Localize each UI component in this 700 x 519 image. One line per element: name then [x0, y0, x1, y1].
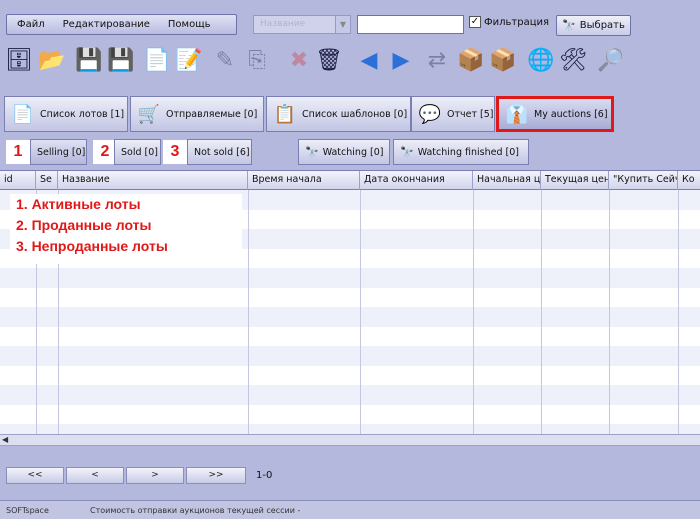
subtab-selling[interactable]: Selling [0]	[30, 139, 87, 165]
binoculars-icon: 🔭	[562, 19, 576, 32]
tab-lots[interactable]: 📄 Список лотов [1]	[4, 96, 128, 132]
subtab-not-sold-label: Not sold [6]	[194, 146, 250, 158]
document-icon[interactable]: 📝	[174, 44, 204, 76]
scroll-left-icon[interactable]: ◀	[2, 435, 14, 445]
marker-1: 1	[6, 140, 30, 164]
document-list-icon: 📄	[11, 103, 35, 125]
chevron-down-icon[interactable]: ▼	[335, 16, 350, 33]
folder-open-icon[interactable]: 📂	[37, 44, 67, 76]
tab-lots-label: Список лотов [1]	[40, 108, 125, 120]
copy-icon[interactable]: ⎘	[242, 44, 272, 76]
arrow-right-icon[interactable]: ▶	[386, 44, 416, 76]
tab-outgoing[interactable]: 🛒 Отправляемые [0]	[130, 96, 264, 132]
subtab-watching-finished-label: Watching finished [0]	[417, 146, 519, 158]
tab-my-auctions[interactable]: 👔 My auctions [6]	[496, 96, 614, 132]
search-key-icon[interactable]: 🔎	[596, 44, 626, 76]
col-se[interactable]: Se	[36, 171, 58, 190]
package-down-icon[interactable]: 📦	[456, 44, 486, 76]
subtab-watching[interactable]: 🔭 Watching [0]	[298, 139, 390, 165]
cart-icon: 🛒	[137, 103, 161, 125]
save-icon[interactable]: 💾	[74, 44, 104, 76]
last-page-button[interactable]: >>	[186, 467, 246, 484]
subtab-watching-label: Watching [0]	[322, 146, 384, 158]
database-icon[interactable]: 🗄	[4, 44, 34, 76]
arrow-left-icon[interactable]: ◀	[354, 44, 384, 76]
status-bar: SOFTspace Стоимость отправки аукционов т…	[0, 500, 700, 519]
report-icon: 💬	[418, 103, 442, 125]
binoculars-icon: 🔭	[305, 145, 319, 159]
choose-button[interactable]: 🔭 Выбрать	[556, 15, 631, 36]
prev-page-button[interactable]: <	[66, 467, 124, 484]
status-app-name: SOFTspace	[6, 506, 49, 515]
col-start-price[interactable]: Начальная ц	[473, 171, 541, 190]
field-select[interactable]: Название ▼	[253, 15, 351, 34]
filter-checkbox[interactable]: ✓	[469, 16, 481, 28]
col-id[interactable]: id	[0, 171, 36, 190]
next-page-button[interactable]: >	[126, 467, 184, 484]
tab-report[interactable]: 💬 Отчет [5]	[411, 96, 495, 132]
col-ko[interactable]: Ко	[678, 171, 700, 190]
subtab-sold[interactable]: Sold [0]	[114, 139, 161, 165]
edit-icon[interactable]: ✎	[210, 44, 240, 76]
subtab-sold-label: Sold [0]	[121, 146, 158, 158]
col-buy-now[interactable]: "Купить Сейч	[609, 171, 678, 190]
tools-icon[interactable]: 🛠	[558, 44, 588, 76]
subtab-watching-finished[interactable]: 🔭 Watching finished [0]	[393, 139, 529, 165]
annotation-line-1: 1. Активные лоты	[16, 196, 141, 212]
col-current-price[interactable]: Текущая цен	[541, 171, 609, 190]
template-icon: 📋	[273, 103, 297, 125]
menu-edit[interactable]: Редактирование	[63, 19, 150, 30]
field-select-value: Название	[260, 19, 306, 29]
move-icon[interactable]: ⇄	[422, 44, 452, 76]
col-start[interactable]: Время начала	[248, 171, 360, 190]
menu-bar: Файл Редактирование Помощь	[6, 14, 237, 35]
choose-label: Выбрать	[579, 20, 625, 31]
search-input[interactable]	[357, 15, 464, 34]
tab-templates[interactable]: 📋 Список шаблонов [0]	[266, 96, 411, 132]
annotation-line-2: 2. Проданные лоты	[16, 217, 152, 233]
tab-templates-label: Список шаблонов [0]	[302, 108, 408, 120]
first-page-button[interactable]: <<	[6, 467, 64, 484]
horizontal-scrollbar[interactable]: ◀	[0, 434, 700, 446]
delete-icon[interactable]: ✖	[284, 44, 314, 76]
col-name[interactable]: Название	[58, 171, 248, 190]
package-up-icon[interactable]: 📦	[488, 44, 518, 76]
page-count: 1-0	[256, 470, 273, 481]
subtab-not-sold[interactable]: Not sold [6]	[187, 139, 252, 165]
menu-help[interactable]: Помощь	[168, 19, 211, 30]
save-as-icon[interactable]: 💾	[106, 44, 136, 76]
tab-outgoing-label: Отправляемые [0]	[166, 108, 258, 120]
annotation-line-3: 3. Непроданные лоты	[16, 238, 168, 254]
status-message: Стоимость отправки аукционов текущей сес…	[90, 506, 301, 515]
annotation-box: 1. Активные лоты 2. Проданные лоты 3. Не…	[10, 194, 242, 264]
table-header: id Se Название Время начала Дата окончан…	[0, 171, 700, 190]
tab-my-auctions-label: My auctions [6]	[534, 108, 608, 120]
marker-3: 3	[163, 140, 187, 164]
user-suit-icon: 👔	[505, 103, 529, 125]
binoculars-x-icon: 🔭	[400, 145, 414, 159]
globe-icon[interactable]: 🌐	[526, 44, 556, 76]
trash-icon[interactable]: 🗑	[314, 44, 344, 76]
col-end[interactable]: Дата окончания	[360, 171, 473, 190]
filter-label: Фильтрация	[484, 16, 550, 28]
subtab-selling-label: Selling [0]	[37, 146, 86, 158]
menu-file[interactable]: Файл	[17, 19, 45, 30]
filter-toggle[interactable]: ✓ Фильтрация	[469, 16, 549, 28]
new-page-icon[interactable]: 📄	[142, 44, 172, 76]
tab-report-label: Отчет [5]	[447, 108, 494, 120]
